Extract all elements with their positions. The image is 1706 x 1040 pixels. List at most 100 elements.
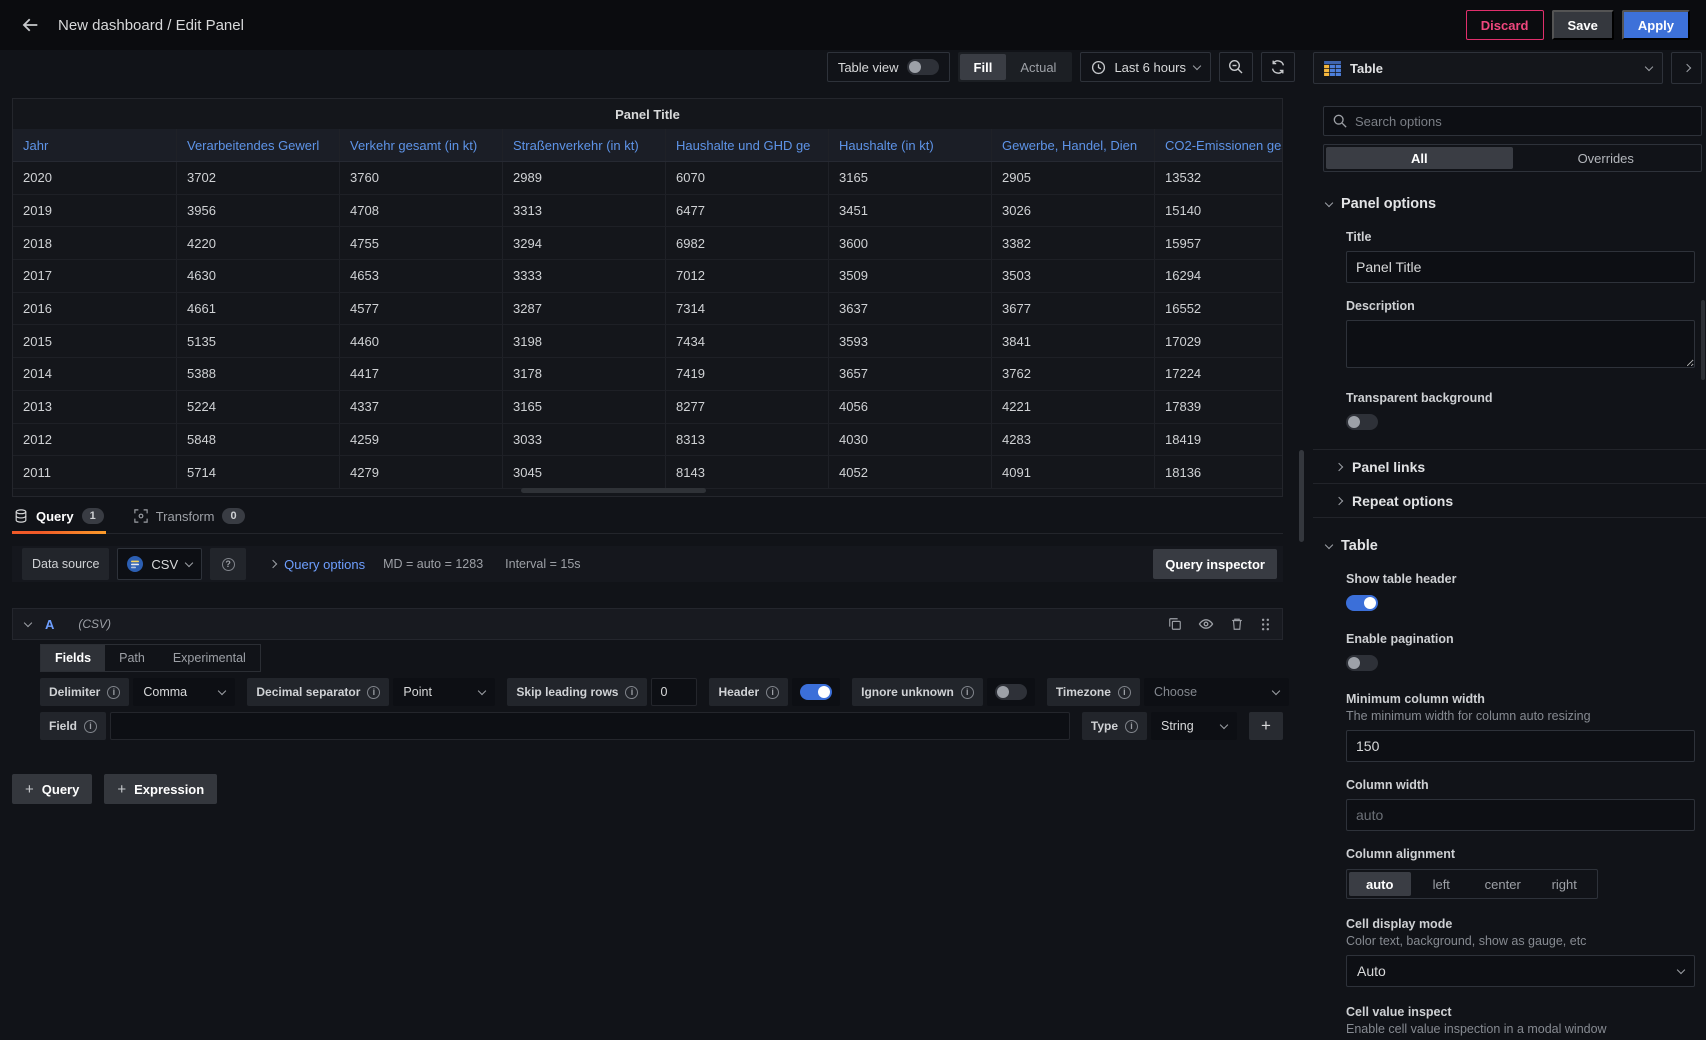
- cell-display-mode-select[interactable]: Auto: [1346, 955, 1695, 987]
- duplicate-query-button[interactable]: [1168, 617, 1182, 631]
- min-column-width-input[interactable]: [1346, 730, 1695, 762]
- add-expression-button[interactable]: + Expression: [104, 774, 217, 804]
- collapse-options-button[interactable]: [1671, 52, 1702, 84]
- table-cell: 3287: [503, 293, 666, 325]
- panel-title-input[interactable]: [1346, 251, 1695, 283]
- table-cell: 5224: [177, 391, 340, 423]
- delete-query-button[interactable]: [1230, 617, 1244, 631]
- table-view-toggle[interactable]: [907, 59, 939, 75]
- data-table-header: JahrVerarbeitendes GewerlVerkehr gesamt …: [13, 129, 1282, 162]
- table-row: 201352244337316582774056422117839: [13, 391, 1282, 424]
- query-count-badge: 1: [82, 508, 104, 524]
- filter-tab-all[interactable]: All: [1326, 147, 1513, 169]
- panel-options-section-header[interactable]: Panel options: [1313, 194, 1706, 214]
- info-icon: i: [367, 686, 380, 699]
- table-cell: 5135: [177, 325, 340, 357]
- tab-fields[interactable]: Fields: [41, 645, 105, 671]
- actual-option[interactable]: Actual: [1006, 54, 1070, 80]
- field-input[interactable]: [110, 712, 1070, 740]
- alignment-right[interactable]: right: [1534, 872, 1596, 896]
- table-cell: 4755: [340, 227, 503, 259]
- table-cell: 3451: [829, 195, 992, 227]
- repeat-options-section[interactable]: Repeat options: [1313, 483, 1706, 517]
- table-cell: 5714: [177, 456, 340, 488]
- table-cell: 3593: [829, 325, 992, 357]
- tab-query[interactable]: Query 1: [12, 508, 106, 533]
- field-label: Field i: [40, 712, 106, 740]
- info-icon: i: [1125, 720, 1138, 733]
- column-header[interactable]: Straßenverkehr (in kt): [503, 129, 666, 161]
- drag-handle-icon[interactable]: [1260, 617, 1270, 632]
- time-range-label: Last 6 hours: [1114, 60, 1186, 75]
- column-width-input[interactable]: [1346, 799, 1695, 831]
- chevron-down-icon: [1325, 540, 1333, 548]
- datasource-picker[interactable]: CSV: [117, 548, 202, 580]
- add-field-button[interactable]: +: [1249, 712, 1283, 740]
- decimal-separator-select[interactable]: Point: [393, 678, 495, 706]
- query-a-header[interactable]: A (CSV): [12, 608, 1283, 640]
- datasource-help-button[interactable]: ?: [210, 548, 246, 580]
- table-cell: 2012: [13, 424, 177, 456]
- options-filter-tabs: All Overrides: [1323, 144, 1702, 172]
- column-header[interactable]: Gewerbe, Handel, Dien: [992, 129, 1155, 161]
- fill-option[interactable]: Fill: [960, 54, 1007, 80]
- alignment-auto[interactable]: auto: [1349, 872, 1411, 896]
- panel-title[interactable]: Panel Title: [13, 99, 1282, 129]
- zoom-out-button[interactable]: [1219, 52, 1253, 82]
- options-scrollbar[interactable]: [1701, 300, 1705, 380]
- search-icon: [1333, 114, 1347, 128]
- csv-datasource-icon: [127, 556, 143, 572]
- visualization-picker[interactable]: Table: [1313, 52, 1663, 84]
- table-cell: 17029: [1155, 325, 1282, 357]
- save-button[interactable]: Save: [1552, 10, 1614, 40]
- column-header[interactable]: Haushalte (in kt): [829, 129, 992, 161]
- refresh-button[interactable]: [1261, 52, 1295, 82]
- query-options-link[interactable]: Query options: [284, 557, 365, 572]
- table-cell: 16294: [1155, 260, 1282, 292]
- csv-options-row: Delimiter i Comma Decimal separator i Po…: [40, 678, 1283, 706]
- interval-stat: Interval = 15s: [505, 557, 580, 571]
- disable-query-button[interactable]: [1198, 616, 1214, 632]
- column-header[interactable]: CO2-Emissionen gesar: [1155, 129, 1282, 161]
- tab-experimental[interactable]: Experimental: [159, 645, 260, 671]
- transparent-background-toggle[interactable]: [1346, 414, 1378, 430]
- table-cell: 3762: [992, 358, 1155, 390]
- discard-button[interactable]: Discard: [1466, 10, 1544, 40]
- table-horizontal-scrollbar[interactable]: [521, 488, 706, 493]
- column-header[interactable]: Haushalte und GHD ge: [666, 129, 829, 161]
- header-toggle[interactable]: [800, 684, 832, 700]
- add-query-button[interactable]: + Query: [12, 774, 92, 804]
- query-inspector-button[interactable]: Query inspector: [1153, 549, 1277, 579]
- panel-links-section[interactable]: Panel links: [1313, 449, 1706, 483]
- time-range-picker[interactable]: Last 6 hours: [1080, 52, 1211, 82]
- enable-pagination-toggle[interactable]: [1346, 655, 1378, 671]
- back-button[interactable]: [16, 11, 44, 39]
- title-label: Title: [1346, 230, 1695, 244]
- table-cell: 3760: [340, 162, 503, 194]
- editor-scrollbar[interactable]: [1299, 450, 1304, 542]
- table-section-header[interactable]: Table: [1313, 536, 1706, 556]
- table-cell: 4052: [829, 456, 992, 488]
- alignment-left[interactable]: left: [1411, 872, 1473, 896]
- ignore-unknown-toggle[interactable]: [995, 684, 1027, 700]
- table-row: 201746304653333370123509350316294: [13, 260, 1282, 293]
- column-header[interactable]: Verkehr gesamt (in kt): [340, 129, 503, 161]
- description-textarea[interactable]: [1346, 320, 1695, 368]
- skip-leading-rows-input[interactable]: [651, 678, 697, 706]
- table-cell: 6477: [666, 195, 829, 227]
- timezone-select[interactable]: Choose: [1144, 678, 1289, 706]
- tab-path[interactable]: Path: [105, 645, 159, 671]
- options-search-input[interactable]: [1355, 114, 1692, 129]
- column-header[interactable]: Verarbeitendes Gewerl: [177, 129, 340, 161]
- delimiter-select[interactable]: Comma: [133, 678, 235, 706]
- show-table-header-toggle[interactable]: [1346, 595, 1378, 611]
- chevron-down-icon: [1677, 965, 1685, 973]
- type-select[interactable]: String: [1151, 712, 1237, 740]
- filter-tab-overrides[interactable]: Overrides: [1513, 147, 1700, 169]
- header-label: Header i: [709, 678, 788, 706]
- column-header[interactable]: Jahr: [13, 129, 177, 161]
- refresh-icon: [1270, 59, 1286, 75]
- apply-button[interactable]: Apply: [1622, 10, 1690, 40]
- tab-transform[interactable]: Transform 0: [132, 508, 247, 533]
- alignment-center[interactable]: center: [1472, 872, 1534, 896]
